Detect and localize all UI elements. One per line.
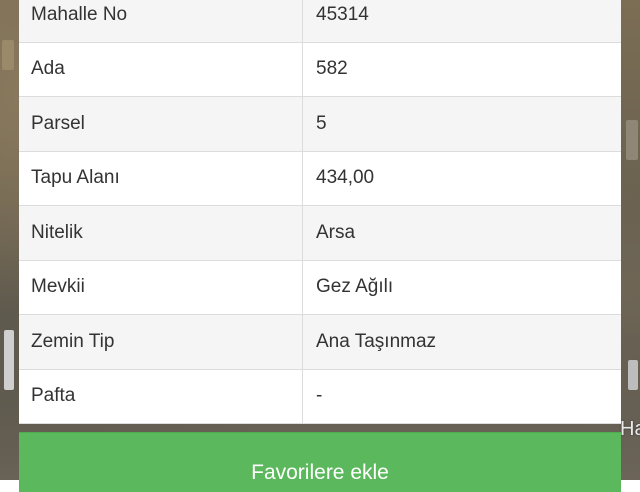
row-value: 434,00 <box>316 167 375 189</box>
row-label: Ada <box>19 42 303 96</box>
row-value: 582 <box>316 58 348 80</box>
row-label: Mahalle No <box>19 0 303 42</box>
row-value: - <box>316 385 323 407</box>
table-row: Mevkii Gez Ağılı <box>19 260 621 315</box>
parcel-info-table: Mahalle No 45314 Ada 582 Parsel 5 Tapu A… <box>19 0 621 424</box>
row-value: 45314 <box>316 3 369 25</box>
row-value: Arsa <box>316 221 356 243</box>
map-feature <box>2 40 14 70</box>
table-row: Tapu Alanı 434,00 <box>19 151 621 206</box>
row-label: Pafta <box>19 369 303 423</box>
row-label: Mevkii <box>19 260 303 314</box>
table-row: Pafta - <box>19 369 621 424</box>
add-to-favorites-button[interactable]: Favorilere ekle <box>19 432 621 492</box>
table-row: Ada 582 <box>19 42 621 97</box>
table-row: Zemin Tip Ana Taşınmaz <box>19 315 621 370</box>
row-value: 5 <box>316 112 327 134</box>
row-label: Parsel <box>19 97 303 151</box>
map-feature <box>626 120 638 160</box>
map-feature <box>628 360 638 390</box>
row-label: Nitelik <box>19 206 303 260</box>
row-value: Gez Ağılı <box>316 276 394 298</box>
row-label: Tapu Alanı <box>19 151 303 205</box>
row-value: Ana Taşınmaz <box>316 330 437 352</box>
map-place-label: Ha <box>620 418 640 440</box>
table-row: Mahalle No 45314 <box>19 0 621 43</box>
table-row: Parsel 5 <box>19 97 621 152</box>
map-feature <box>4 330 14 390</box>
row-label: Zemin Tip <box>19 315 303 369</box>
table-row: Nitelik Arsa <box>19 206 621 261</box>
